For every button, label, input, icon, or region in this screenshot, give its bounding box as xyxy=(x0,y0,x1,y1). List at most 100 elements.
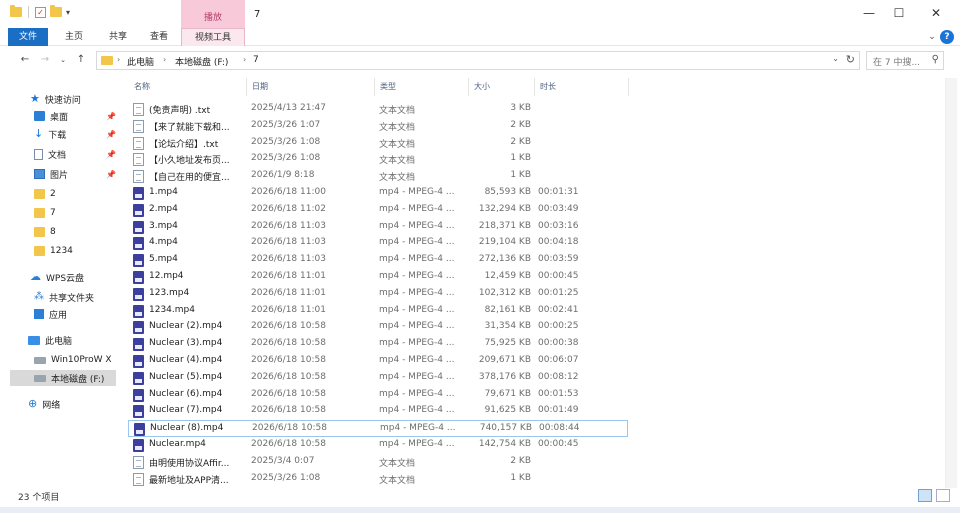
recent-locations-icon[interactable]: ⌄ xyxy=(56,53,70,67)
ribbon-tabs: 文件 主页 共享 查看 视频工具 xyxy=(0,28,960,46)
column-divider[interactable] xyxy=(468,78,469,96)
file-type: 文本文档 xyxy=(379,122,416,133)
file-type: mp4 - MPEG-4 ... xyxy=(380,423,456,434)
file-date: 2026/6/18 10:58 xyxy=(251,388,326,399)
help-icon[interactable]: ? xyxy=(940,30,954,44)
back-icon[interactable]: ← xyxy=(18,53,32,67)
folder-icon[interactable] xyxy=(10,5,22,17)
file-type: mp4 - MPEG-4 ... xyxy=(379,338,455,349)
file-row[interactable]: 【自己在用的便宜... 2026/1/9 8:18 文本文档 1 KB xyxy=(128,168,628,185)
tab-home[interactable]: 主页 xyxy=(56,28,92,46)
nav-folder-7[interactable]: 7 xyxy=(34,205,56,221)
new-folder-icon[interactable] xyxy=(50,5,62,17)
nav-drive-f[interactable]: 本地磁盘 (F:) xyxy=(10,370,116,386)
column-header-size[interactable]: 大小 xyxy=(474,78,490,96)
file-row[interactable]: 【小久地址发布页... 2025/3/26 1:08 文本文档 1 KB xyxy=(128,151,628,168)
file-size: 2 KB xyxy=(510,455,531,466)
file-row[interactable]: 3.mp4 2026/6/18 11:03 mp4 - MPEG-4 ... 218,… xyxy=(128,219,628,236)
chevron-right-icon[interactable]: › xyxy=(163,55,166,64)
nav-apps[interactable]: 应用 xyxy=(34,306,67,322)
tab-share[interactable]: 共享 xyxy=(100,28,136,46)
file-row[interactable]: 1234.mp4 2026/6/18 11:01 mp4 - MPEG-4 ... 8… xyxy=(128,303,628,320)
column-header-duration[interactable]: 时长 xyxy=(540,78,556,96)
customize-toolbar-icon[interactable]: ▾ xyxy=(66,8,70,17)
file-row[interactable]: Nuclear (2).mp4 2026/6/18 10:58 mp4 - MPEG… xyxy=(128,319,628,336)
file-row[interactable]: 4.mp4 2026/6/18 11:03 mp4 - MPEG-4 ... 219,… xyxy=(128,235,628,252)
properties-icon[interactable]: ✓ xyxy=(35,6,46,18)
file-duration: 00:00:38 xyxy=(538,338,579,349)
vertical-scrollbar[interactable] xyxy=(945,78,957,488)
column-divider[interactable] xyxy=(374,78,375,96)
column-header-date[interactable]: 日期 xyxy=(252,78,268,96)
details-view-icon[interactable] xyxy=(918,489,932,502)
file-row[interactable]: Nuclear (4).mp4 2026/6/18 10:58 mp4 - MPEG… xyxy=(128,353,628,370)
pin-icon[interactable]: 📌 xyxy=(106,130,116,139)
refresh-icon[interactable]: ↻ xyxy=(846,53,855,66)
file-row[interactable]: 123.mp4 2026/6/18 11:01 mp4 - MPEG-4 ... 10… xyxy=(128,286,628,303)
file-row[interactable]: 5.mp4 2026/6/18 11:03 mp4 - MPEG-4 ... 272,… xyxy=(128,252,628,269)
nav-wps-cloud[interactable]: ☁ WPS云盘 xyxy=(30,269,84,285)
nav-documents[interactable]: 文档 xyxy=(34,146,66,162)
nav-drive-c[interactable]: Win10ProW X xyxy=(34,352,112,368)
maximize-button[interactable]: ☐ xyxy=(888,4,910,22)
column-divider[interactable] xyxy=(628,78,629,96)
context-tab-header[interactable]: 播放 xyxy=(181,0,245,28)
file-size: 132,294 KB xyxy=(478,203,531,214)
column-header-type[interactable]: 类型 xyxy=(380,78,396,96)
file-row[interactable]: Nuclear (6).mp4 2026/6/18 10:58 mp4 - MPEG… xyxy=(128,387,628,404)
file-row[interactable]: Nuclear (3).mp4 2026/6/18 10:58 mp4 - MPEG… xyxy=(128,336,628,353)
column-divider[interactable] xyxy=(534,78,535,96)
file-row[interactable]: 【论坛介绍】.txt 2025/3/26 1:08 文本文档 2 KB xyxy=(128,135,628,152)
address-history-icon[interactable]: ⌄ xyxy=(832,54,839,63)
nav-folder-8[interactable]: 8 xyxy=(34,224,56,240)
file-date: 2025/3/26 1:08 xyxy=(251,153,321,164)
file-row[interactable]: 【来了就能下载和... 2025/3/26 1:07 文本文档 2 KB xyxy=(128,118,628,135)
address-bar[interactable]: › 此电脑 › 本地磁盘 (F:) › 7 ⌄ ↻ xyxy=(96,51,860,70)
breadcrumb-folder[interactable]: 7 xyxy=(253,55,259,65)
file-row[interactable]: Nuclear (8).mp4 2026/6/18 10:58 mp4 - MPEG… xyxy=(128,420,628,438)
file-row[interactable]: 由明使用协议Affir... 2025/3/4 0:07 文本文档 2 KB xyxy=(128,454,628,471)
file-row[interactable]: Nuclear.mp4 2026/6/18 10:58 mp4 - MPEG-4 .… xyxy=(128,437,628,454)
pin-icon[interactable]: 📌 xyxy=(106,112,116,121)
up-icon[interactable]: ↑ xyxy=(74,53,88,67)
file-row[interactable]: 12.mp4 2026/6/18 11:01 mp4 - MPEG-4 ... 12,… xyxy=(128,269,628,286)
nav-folder-2[interactable]: 2 xyxy=(34,186,56,202)
tab-view[interactable]: 查看 xyxy=(141,28,177,46)
column-divider[interactable] xyxy=(246,78,247,96)
file-row[interactable]: (免责声明) .txt 2025/4/13 21:47 文本文档 3 KB xyxy=(128,101,628,118)
pin-icon[interactable]: 📌 xyxy=(106,150,116,159)
file-name: 【自己在用的便宜... xyxy=(149,173,230,184)
breadcrumb-this-pc[interactable]: 此电脑 xyxy=(127,55,154,68)
text-file-icon xyxy=(133,103,144,116)
nav-folder-1234[interactable]: 1234 xyxy=(34,243,73,259)
file-type: mp4 - MPEG-4 ... xyxy=(379,271,455,281)
file-row[interactable]: Nuclear (7).mp4 2026/6/18 10:58 mp4 - MPEG… xyxy=(128,403,628,420)
file-type: 文本文档 xyxy=(379,139,416,150)
close-button[interactable]: ✕ xyxy=(925,4,947,22)
nav-downloads[interactable]: ↓ 下载 xyxy=(34,126,66,142)
large-icons-view-icon[interactable] xyxy=(936,489,950,502)
minimize-button[interactable]: — xyxy=(858,4,880,22)
folder-icon xyxy=(34,208,45,218)
tab-video-tools[interactable]: 视频工具 xyxy=(181,28,245,46)
file-date: 2026/6/18 10:58 xyxy=(251,405,326,416)
nav-quick-access[interactable]: ★ 快速访问 xyxy=(30,91,81,107)
pin-icon[interactable]: 📌 xyxy=(106,170,116,179)
column-header-name[interactable]: 名称 xyxy=(134,78,150,96)
file-row[interactable]: 1.mp4 2026/6/18 11:00 mp4 - MPEG-4 ... 85,5… xyxy=(128,185,628,202)
file-row[interactable]: Nuclear (5).mp4 2026/6/18 10:58 mp4 - MPEG… xyxy=(128,370,628,387)
tab-file[interactable]: 文件 xyxy=(8,28,48,46)
nav-shared-folder[interactable]: ⁂ 共享文件夹 xyxy=(34,289,94,305)
nav-pictures[interactable]: 图片 xyxy=(34,166,68,182)
forward-icon[interactable]: → xyxy=(38,53,52,67)
nav-network[interactable]: ⊕ 网络 xyxy=(28,396,60,412)
file-row[interactable]: 2.mp4 2026/6/18 11:02 mp4 - MPEG-4 ... 132,… xyxy=(128,202,628,219)
chevron-right-icon[interactable]: › xyxy=(117,55,120,64)
chevron-right-icon[interactable]: › xyxy=(243,55,246,64)
nav-this-pc[interactable]: 此电脑 xyxy=(28,332,72,348)
search-box[interactable]: 在 7 中搜... ⚲ xyxy=(866,51,944,70)
search-icon[interactable]: ⚲ xyxy=(932,54,939,65)
expand-ribbon-icon[interactable]: ⌄ xyxy=(926,31,938,43)
breadcrumb-local-disk[interactable]: 本地磁盘 (F:) xyxy=(175,55,228,68)
file-size: 79,671 KB xyxy=(484,388,531,399)
